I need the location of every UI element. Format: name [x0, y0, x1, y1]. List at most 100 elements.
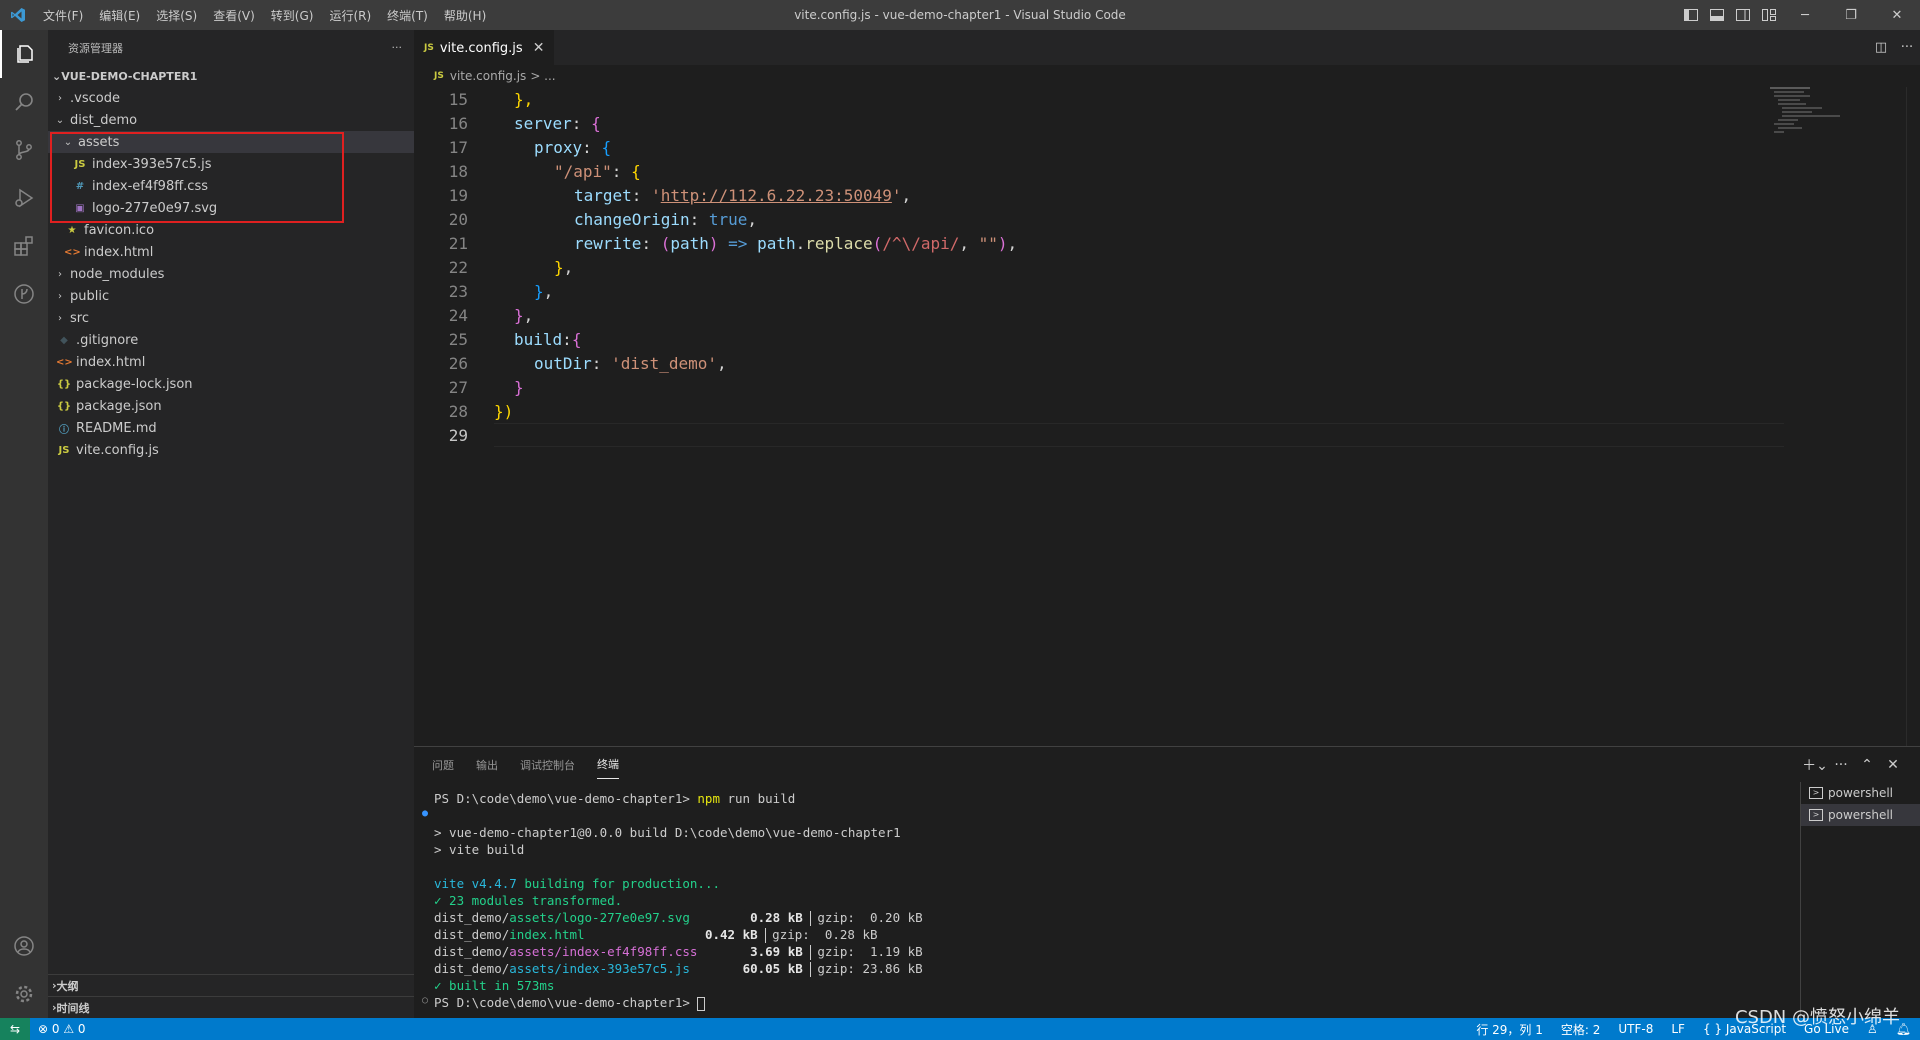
close-panel-icon[interactable]: ✕	[1880, 757, 1906, 773]
indentation[interactable]: 空格: 2	[1552, 1021, 1610, 1038]
cursor-position[interactable]: 行 29，列 1	[1467, 1021, 1552, 1038]
code-line-25: 25 build:{	[414, 327, 582, 351]
terminal-name: powershell	[1828, 786, 1893, 800]
json-file-icon: {}	[56, 378, 72, 390]
run-debug-icon[interactable]	[0, 174, 48, 222]
breadcrumb: JS vite.config.js > ...	[414, 65, 1920, 87]
remote-icon[interactable]	[0, 270, 48, 318]
tree-file[interactable]: <> index.html	[48, 351, 414, 373]
tree-file[interactable]: {} package-lock.json	[48, 373, 414, 395]
toggle-panel-icon[interactable]	[1704, 0, 1730, 30]
tree-file[interactable]: ⓘ README.md	[48, 417, 414, 439]
tree-file[interactable]: {} package.json	[48, 395, 414, 417]
menu-file[interactable]: 文件(F)	[35, 7, 91, 24]
build-file-line: dist_demo/index.html 0.42 kB gzip: 0.28 …	[434, 927, 1814, 944]
close-tab-icon[interactable]: ✕	[533, 40, 545, 56]
breadcrumb-rest[interactable]: > ...	[530, 69, 555, 83]
tree-folder[interactable]: › .vscode	[48, 87, 414, 109]
explorer-title: 资源管理器	[68, 41, 123, 55]
chevron-right-icon: ›	[58, 312, 62, 324]
minimize-icon[interactable]: ─	[1782, 0, 1828, 30]
remote-indicator-icon[interactable]: ⇆	[0, 1018, 30, 1040]
terminal-item[interactable]: > powershell	[1801, 804, 1920, 826]
split-editor-icon[interactable]: ◫	[1868, 40, 1894, 55]
outline-section[interactable]: › 大纲	[48, 974, 414, 996]
tab-debug-console[interactable]: 调试控制台	[520, 751, 575, 779]
command-decoration-icon[interactable]: ●	[422, 808, 428, 819]
gear-icon[interactable]	[0, 970, 48, 1018]
build-file-line: dist_demo/assets/logo-277e0e97.svg 0.28 …	[434, 910, 1814, 927]
tab-vite-config[interactable]: JS vite.config.js ✕	[414, 30, 555, 65]
breadcrumb-file[interactable]: vite.config.js	[450, 69, 526, 83]
tree-file[interactable]: ◆ .gitignore	[48, 329, 414, 351]
tree-file[interactable]: JS index-393e57c5.js	[48, 153, 414, 175]
terminal-output[interactable]: PS D:\code\demo\vue-demo-chapter1> npm r…	[422, 791, 1814, 1012]
menu-view[interactable]: 查看(V)	[205, 7, 263, 24]
timeline-section[interactable]: › 时间线	[48, 996, 414, 1018]
end-of-line[interactable]: LF	[1662, 1022, 1694, 1036]
tree-item-label: index-ef4f98ff.css	[92, 178, 209, 194]
menu-help[interactable]: 帮助(H)	[436, 7, 494, 24]
customize-layout-icon[interactable]	[1756, 0, 1782, 30]
toggle-secondary-sidebar-icon[interactable]	[1730, 0, 1756, 30]
toggle-sidebar-icon[interactable]	[1678, 0, 1704, 30]
search-icon[interactable]	[0, 78, 48, 126]
tree-folder[interactable]: › public	[48, 285, 414, 307]
close-window-icon[interactable]: ✕	[1874, 0, 1920, 30]
tree-file[interactable]: ▣ logo-277e0e97.svg	[48, 197, 414, 219]
problems-indicator[interactable]: ⊗ 0 ⚠ 0	[30, 1022, 94, 1036]
menu-go[interactable]: 转到(G)	[263, 7, 322, 24]
tree-folder[interactable]: › node_modules	[48, 263, 414, 285]
js-file-icon: JS	[58, 444, 70, 456]
code-key: outDir	[534, 353, 592, 373]
terminal-icon: >	[1809, 787, 1823, 799]
tab-terminal[interactable]: 终端	[597, 750, 619, 779]
tree-folder[interactable]: › src	[48, 307, 414, 329]
build-file-line: dist_demo/assets/index-393e57c5.js 60.05…	[434, 961, 1814, 978]
code-url[interactable]: http://112.6.22.23:50049	[661, 186, 892, 205]
more-actions-icon[interactable]: ···	[1828, 757, 1854, 773]
menu-selection[interactable]: 选择(S)	[148, 7, 205, 24]
build-file-name: assets/index-393e57c5.js	[509, 961, 690, 976]
more-actions-icon[interactable]: ···	[392, 41, 403, 54]
editor-tabs: JS vite.config.js ✕ ◫ ···	[414, 30, 1920, 65]
menu-terminal[interactable]: 终端(T)	[379, 7, 436, 24]
tree-item-label: index.html	[84, 244, 154, 260]
code-line-22: 22},	[414, 255, 574, 279]
chevron-down-icon: ⌄	[55, 114, 65, 126]
maximize-panel-icon[interactable]: ⌃	[1854, 757, 1880, 773]
build-file-gzip: gzip: 23.86 kB	[817, 961, 923, 976]
explorer-sidebar: 资源管理器 ··· ⌄ VUE-DEMO-CHAPTER1 › .vscode ⌄ d…	[48, 30, 414, 1018]
project-section-header[interactable]: ⌄ VUE-DEMO-CHAPTER1	[48, 65, 414, 87]
tab-output[interactable]: 输出	[476, 751, 498, 779]
terminal-prompt: PS D:\code\demo\vue-demo-chapter1>	[434, 995, 698, 1010]
encoding[interactable]: UTF-8	[1609, 1022, 1662, 1036]
new-terminal-icon[interactable]: ＋⌄	[1802, 755, 1828, 775]
tree-file[interactable]: JS vite.config.js	[48, 439, 414, 461]
line-number: 23	[448, 281, 468, 301]
minimap[interactable]	[1770, 87, 1842, 147]
files-icon[interactable]	[0, 30, 48, 78]
tree-folder[interactable]: ⌄ dist_demo	[48, 109, 414, 131]
tree-file[interactable]: ★ favicon.ico	[48, 219, 414, 241]
tree-folder[interactable]: ⌄ assets	[48, 131, 414, 153]
menu-run[interactable]: 运行(R)	[321, 7, 379, 24]
watermark: CSDN @愤怒小绵羊	[1734, 1007, 1900, 1028]
line-number: 18	[448, 161, 468, 181]
code-line-29: 29	[414, 423, 468, 447]
extensions-icon[interactable]	[0, 222, 48, 270]
source-control-icon[interactable]	[0, 126, 48, 174]
restore-icon[interactable]: ❐	[1828, 0, 1874, 30]
tree-file[interactable]: <> index.html	[48, 241, 414, 263]
command-decoration-icon[interactable]: ○	[422, 995, 428, 1006]
editor-scrollbar[interactable]	[1906, 87, 1920, 747]
modules-transformed: ✓ 23 modules transformed.	[434, 893, 623, 908]
line-number: 15	[448, 89, 468, 109]
build-file-gzip: gzip: 0.20 kB	[817, 910, 923, 925]
more-actions-icon[interactable]: ···	[1894, 40, 1920, 55]
terminal-item[interactable]: > powershell	[1801, 782, 1920, 804]
account-icon[interactable]	[0, 922, 48, 970]
menu-edit[interactable]: 编辑(E)	[91, 7, 148, 24]
tab-problems[interactable]: 问题	[432, 751, 454, 779]
tree-file[interactable]: # index-ef4f98ff.css	[48, 175, 414, 197]
